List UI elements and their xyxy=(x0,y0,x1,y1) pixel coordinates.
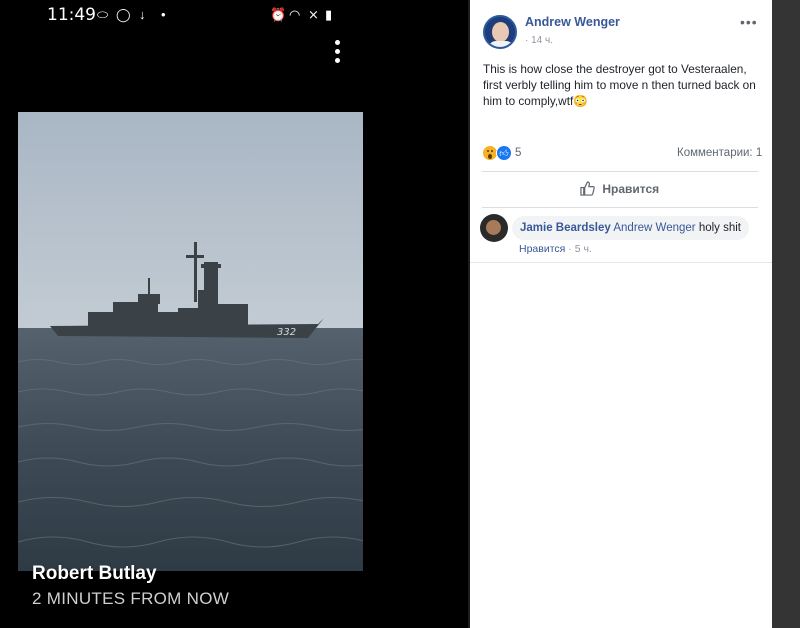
author-avatar[interactable] xyxy=(483,15,517,49)
status-time: 11:49 xyxy=(47,5,96,25)
download-icon: ↓ xyxy=(139,7,146,22)
phone-screenshot: 11:49 ⬭ ◯ ↓ • ⏰ ◠ ⨯ ▮ 332 Robert Butlay … xyxy=(0,0,468,628)
like-reaction-icon: 👍︎ xyxy=(496,145,512,161)
ship-photo: 332 xyxy=(18,112,363,571)
phone-status-bar: 11:49 ⬭ ◯ ↓ • ⏰ ◠ ⨯ ▮ xyxy=(0,0,468,30)
post-options-icon[interactable]: ••• xyxy=(740,14,758,30)
reaction-count[interactable]: 5 xyxy=(515,147,521,159)
wifi-icon: ◠ xyxy=(289,7,301,22)
commenter-avatar[interactable] xyxy=(480,214,508,242)
divider xyxy=(482,171,758,172)
comment-text: holy shit xyxy=(698,222,741,234)
comments-count[interactable]: Комментарии: 1 xyxy=(677,147,762,159)
comment-bubble: Jamie Beardsley Andrew Wenger holy shit xyxy=(512,216,749,240)
messenger-icon: ⬭ xyxy=(97,7,109,22)
post-author[interactable]: Andrew Wenger xyxy=(525,15,620,29)
scrollbar[interactable] xyxy=(772,0,800,628)
divider xyxy=(482,207,758,208)
post-text: This is how close the destroyer got to V… xyxy=(483,62,756,108)
comment-mention[interactable]: Andrew Wenger xyxy=(613,222,695,234)
hull-number: 332 xyxy=(277,327,296,338)
like-button[interactable]: Нравится xyxy=(580,181,659,199)
alarm-icon: ⏰ xyxy=(270,7,287,22)
story-poster-name: Robert Butlay xyxy=(32,563,157,584)
post-meta: · 14 ч. xyxy=(525,35,553,46)
phone-more-icon[interactable] xyxy=(333,40,341,66)
comment-like-link[interactable]: Нравится xyxy=(519,243,565,255)
comment-time[interactable]: 5 ч. xyxy=(575,243,592,255)
mute-icon: ⨯ xyxy=(308,7,319,22)
divider xyxy=(470,262,772,263)
story-time: 2 MINUTES FROM NOW xyxy=(32,589,230,608)
thumbs-up-icon xyxy=(580,181,595,196)
post-time-separator: · xyxy=(525,35,529,46)
dot-icon: • xyxy=(161,7,166,22)
comment-author[interactable]: Jamie Beardsley xyxy=(520,222,611,234)
whatsapp-icon: ◯ xyxy=(116,7,131,22)
battery-icon: ▮ xyxy=(325,7,333,22)
post-time[interactable]: 14 ч. xyxy=(531,35,553,46)
comment-actions: Нравится · 5 ч. xyxy=(519,243,592,255)
like-button-label: Нравится xyxy=(602,181,660,196)
